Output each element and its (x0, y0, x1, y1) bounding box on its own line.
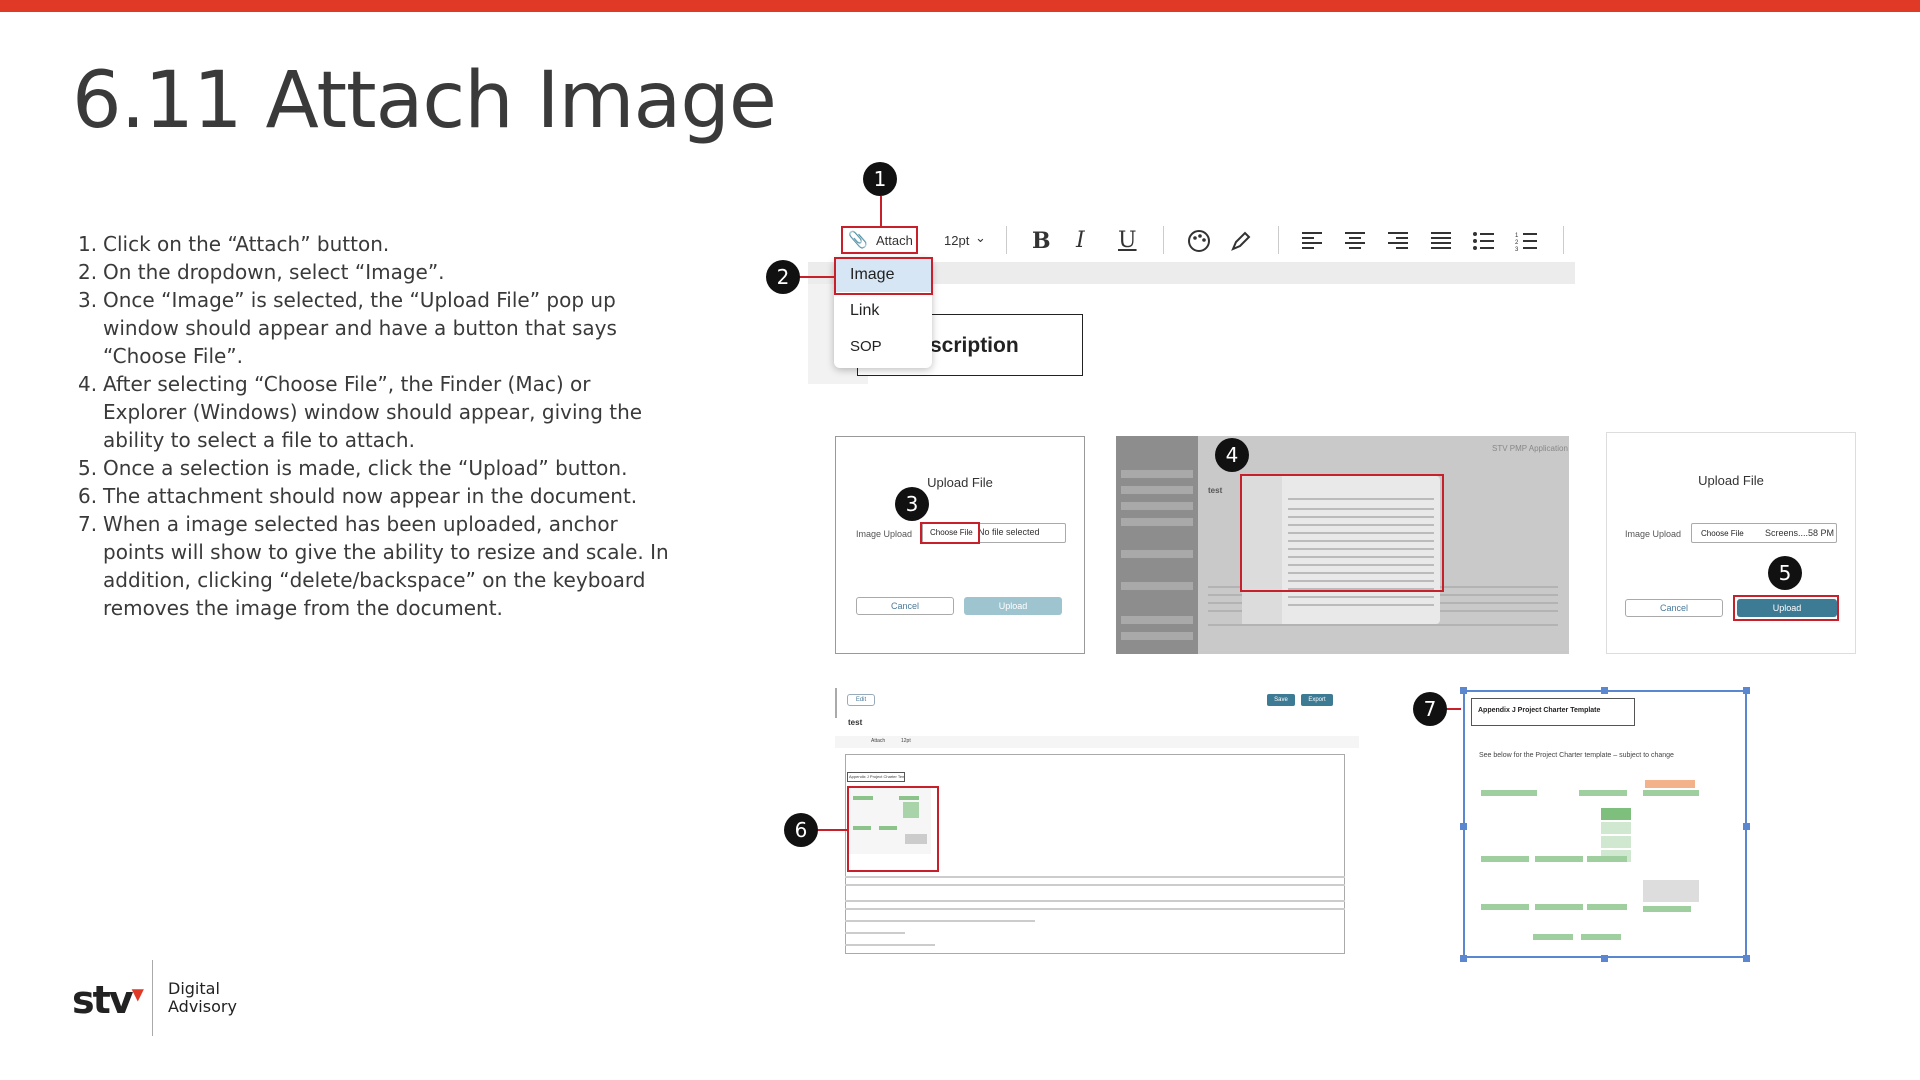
step-badge-4: 4 (1215, 438, 1249, 472)
upload-dialog-empty: Upload File Image Upload Choose File No … (835, 436, 1085, 654)
step-item: 3. Once “Image” is selected, the “Upload … (78, 288, 617, 368)
mini-appendix-title: Appendix J Project Charter Template (847, 772, 905, 782)
doc-title: test (848, 718, 863, 727)
step-badge-5: 5 (1768, 556, 1802, 590)
resize-handle-se[interactable] (1743, 955, 1750, 962)
page-title: 6.11 Attach Image (72, 56, 777, 146)
bold-icon[interactable]: B (1032, 228, 1051, 254)
bullet-list-icon[interactable] (1472, 230, 1496, 252)
mini-attach-button[interactable]: Attach (871, 738, 885, 744)
callout-line (798, 276, 834, 278)
selected-file-name: Screens....58 PM (1765, 528, 1835, 538)
image-upload-label: Image Upload (856, 529, 913, 539)
step-item: 5. Once a selection is made, click the “U… (78, 456, 628, 480)
font-size-select[interactable]: 12pt (944, 233, 969, 248)
italic-icon[interactable]: I (1076, 228, 1085, 253)
step-badge-1: 1 (863, 162, 897, 196)
step-item: 2. On the dropdown, select “Image”. (78, 260, 445, 284)
step-item: 6. The attachment should now appear in th… (78, 484, 638, 508)
callout-line (816, 829, 847, 831)
dialog-title: Upload File (927, 475, 993, 490)
numbered-list-icon[interactable]: 123 (1515, 230, 1539, 252)
align-justify-icon[interactable] (1429, 230, 1453, 252)
palette-icon[interactable] (1186, 228, 1212, 254)
highlighter-icon[interactable] (1228, 228, 1254, 254)
image-option-highlight (834, 257, 933, 295)
mini-toolbar (835, 736, 1359, 748)
app-name: STV PMP Application (1492, 444, 1568, 453)
chevron-down-icon: ⌄ (975, 230, 986, 245)
cancel-button[interactable]: Cancel (1625, 599, 1723, 617)
appendix-title: Appendix J Project Charter Template (1471, 698, 1635, 726)
logo-divider (152, 960, 153, 1036)
callout-line (880, 196, 882, 228)
align-left-icon[interactable] (1300, 230, 1324, 252)
dropdown-item-sop[interactable]: SOP (850, 338, 882, 355)
step-item: 7. When a image selected has been uploade… (78, 512, 669, 620)
appendix-subtitle: See below for the Project Charter templa… (1479, 752, 1674, 759)
resize-handle-e[interactable] (1743, 823, 1750, 830)
choose-file-highlight (920, 522, 980, 544)
resize-handle-nw[interactable] (1460, 687, 1467, 694)
logo-tagline: Digital Advisory (168, 979, 237, 1016)
toolbar-divider (1563, 226, 1564, 254)
resize-handle-n[interactable] (1601, 687, 1608, 694)
choose-file-button[interactable]: Choose File (1701, 529, 1744, 538)
callout-line (1445, 708, 1461, 710)
edit-button[interactable]: Edit (847, 694, 875, 706)
svg-text:2: 2 (1515, 240, 1519, 246)
attach-highlight (841, 226, 918, 254)
svg-text:3: 3 (1515, 247, 1519, 252)
dropdown-item-link[interactable]: Link (850, 302, 879, 320)
file-status: No file selected (978, 527, 1040, 537)
align-center-icon[interactable] (1343, 230, 1367, 252)
save-button[interactable]: Save (1267, 694, 1295, 706)
stv-logo: stv▼ (72, 978, 144, 1022)
step-badge-7: 7 (1413, 692, 1447, 726)
top-accent-bar (0, 0, 1920, 12)
underline-icon[interactable]: U (1118, 228, 1137, 253)
step-item: 1. Click on the “Attach” button. (78, 232, 390, 256)
upload-button-disabled[interactable]: Upload (964, 597, 1062, 615)
step-badge-6: 6 (784, 813, 818, 847)
attachment-highlight (847, 786, 939, 872)
steps-list: 1. Click on the “Attach” button. 2. On the… (78, 230, 678, 622)
align-right-icon[interactable] (1386, 230, 1410, 252)
image-upload-label: Image Upload (1625, 529, 1682, 539)
resize-handle-ne[interactable] (1743, 687, 1750, 694)
finder-doc-title: test (1208, 486, 1223, 495)
toolbar-divider (1163, 226, 1164, 254)
resize-handle-w[interactable] (1460, 823, 1467, 830)
mini-font-size[interactable]: 12pt (901, 738, 911, 744)
doc-heading-text: scription (930, 334, 1019, 357)
step-item: 4. After selecting “Choose File”, the Fin… (78, 372, 643, 452)
cancel-button[interactable]: Cancel (856, 597, 954, 615)
export-button[interactable]: Export (1301, 694, 1333, 706)
toolbar-divider (1278, 226, 1279, 254)
step-badge-2: 2 (766, 260, 800, 294)
upload-highlight (1733, 595, 1839, 621)
dialog-title: Upload File (1698, 473, 1764, 488)
resizable-image-frame[interactable]: Appendix J Project Charter Template See … (1463, 690, 1747, 958)
toolbar-divider (1006, 226, 1007, 254)
step-badge-3: 3 (895, 487, 929, 521)
resize-handle-s[interactable] (1601, 955, 1608, 962)
resize-handle-sw[interactable] (1460, 955, 1467, 962)
svg-text:1: 1 (1515, 233, 1519, 239)
logo-accent-icon: ▼ (131, 984, 144, 1004)
finder-highlight (1240, 474, 1444, 592)
